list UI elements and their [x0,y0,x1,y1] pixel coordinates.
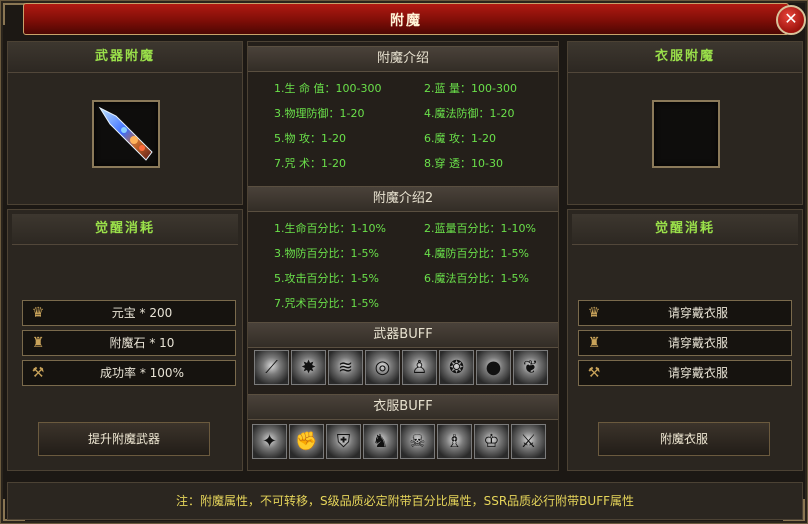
cloth-slot[interactable] [652,100,720,168]
cost-text: 请穿戴衣服 [667,366,728,380]
tornado-icon[interactable]: ❂ [439,350,474,385]
enchant-cloth-button[interactable]: 附魔衣服 [598,422,770,456]
shield-icon[interactable]: ⛨ [326,424,361,459]
weapon-enchant-header: 武器附魔 [8,42,242,73]
cloth-enchant-panel: 衣服附魔 [567,41,803,205]
blade-icon[interactable]: ⚔ [511,424,546,459]
frame-corner [3,3,25,25]
fist-icon[interactable]: ✊ [289,424,324,459]
weapon-sword-icon [98,106,153,161]
cost-row: ⚒ 请穿戴衣服 [578,360,792,386]
stat-item: 2.蓝量百分比：1-10% [424,222,536,235]
slash-icon[interactable]: ⟋ [254,350,289,385]
anvil-icon: ⚒ [587,365,601,381]
cost-row: ♜ 请穿戴衣服 [578,330,792,356]
gold-ingot-icon: ♛ [31,305,45,321]
shield-break-icon[interactable]: ✦ [252,424,287,459]
burst-icon[interactable]: ✸ [291,350,326,385]
anvil-icon: ⚒ [31,365,45,381]
vortex-icon[interactable]: ◎ [365,350,400,385]
weapon-slot[interactable] [92,100,160,168]
stat-item: 1.生 命 值：100-300 [274,82,382,95]
orb-icon[interactable]: ● [476,350,511,385]
cloth-enchant-header: 衣服附魔 [568,42,802,73]
enchant-stone-icon: ♜ [587,335,601,351]
cloth-buff-title: 衣服BUFF [248,394,558,420]
intro2-title: 附魔介绍2 [248,186,558,212]
stat-item: 4.魔法防御：1-20 [424,107,515,120]
window-title: 附魔 [390,13,422,29]
cloth-consume-header: 觉醒消耗 [572,214,798,245]
cost-text: 元宝 * 200 [111,306,173,320]
stat-item: 6.魔 攻：1-20 [424,132,496,145]
stat-item: 6.魔法百分比：1-5% [424,272,529,285]
stat-item: 7.咒 术：1-20 [274,157,346,170]
gold-ingot-icon: ♛ [587,305,601,321]
weapon-consume-panel: 觉醒消耗 ♛ 元宝 * 200 ♜ 附魔石 * 10 ⚒ 成功率 * 100% … [7,209,243,471]
enchant-window: 附魔 ✕ 武器附魔 觉醒消耗 ♛ 元宝 * 200 ♜ 附魔石 * 10 ⚒ 成… [0,0,808,524]
weapon-buff-row: ⟋ ✸ ≋ ◎ ♙ ❂ ● ❦ [252,348,554,386]
close-icon[interactable]: ✕ [776,5,806,35]
aura-figure-icon[interactable]: ♗ [437,424,472,459]
cost-text: 请穿戴衣服 [667,336,728,350]
whirlwind-icon[interactable]: ≋ [328,350,363,385]
cost-text: 成功率 * 100% [100,366,184,380]
weapon-enchant-panel: 武器附魔 [7,41,243,205]
stat-item: 5.物 攻：1-20 [274,132,346,145]
cost-text: 请穿戴衣服 [667,306,728,320]
title-bar: 附魔 [23,3,789,35]
cost-text: 附魔石 * 10 [109,336,175,350]
intro1-title: 附魔介绍 [248,46,558,72]
cost-row: ⚒ 成功率 * 100% [22,360,236,386]
flame-wing-icon[interactable]: ❦ [513,350,548,385]
stat-item: 7.咒术百分比：1-5% [274,297,379,310]
note-text: 注：附魔属性，不可转移，S级品质必定附带百分比属性，SSR品质必行附带BUFF属… [175,494,634,508]
cloth-consume-panel: 觉醒消耗 ♛ 请穿戴衣服 ♜ 请穿戴衣服 ⚒ 请穿戴衣服 附魔衣服 [567,209,803,471]
enchant-info-panel: 附魔介绍 1.生 命 值：100-300 2.蓝 量：100-300 3.物理防… [247,41,559,471]
stat-item: 1.生命百分比：1-10% [274,222,386,235]
cloth-buff-row: ✦ ✊ ⛨ ♞ ☠ ♗ ♔ ⚔ [252,422,554,460]
spirit-figure-icon[interactable]: ♙ [402,350,437,385]
stat-item: 8.穿 透：10-30 [424,157,503,170]
upgrade-weapon-button[interactable]: 提升附魔武器 [38,422,210,456]
cost-row: ♛ 元宝 * 200 [22,300,236,326]
energy-figure-icon[interactable]: ♔ [474,424,509,459]
warrior-icon[interactable]: ♞ [363,424,398,459]
stat-item: 3.物理防御：1-20 [274,107,365,120]
stat-item: 4.魔防百分比：1-5% [424,247,529,260]
stat-item: 3.物防百分比：1-5% [274,247,379,260]
weapon-buff-title: 武器BUFF [248,322,558,348]
note-bar: 注：附魔属性，不可转移，S级品质必定附带百分比属性，SSR品质必行附带BUFF属… [7,482,803,520]
cost-row: ♜ 附魔石 * 10 [22,330,236,356]
stat-item: 5.攻击百分比：1-5% [274,272,379,285]
weapon-consume-header: 觉醒消耗 [12,214,238,245]
enchant-stone-icon: ♜ [31,335,45,351]
cost-row: ♛ 请穿戴衣服 [578,300,792,326]
stat-item: 2.蓝 量：100-300 [424,82,517,95]
demon-mask-icon[interactable]: ☠ [400,424,435,459]
